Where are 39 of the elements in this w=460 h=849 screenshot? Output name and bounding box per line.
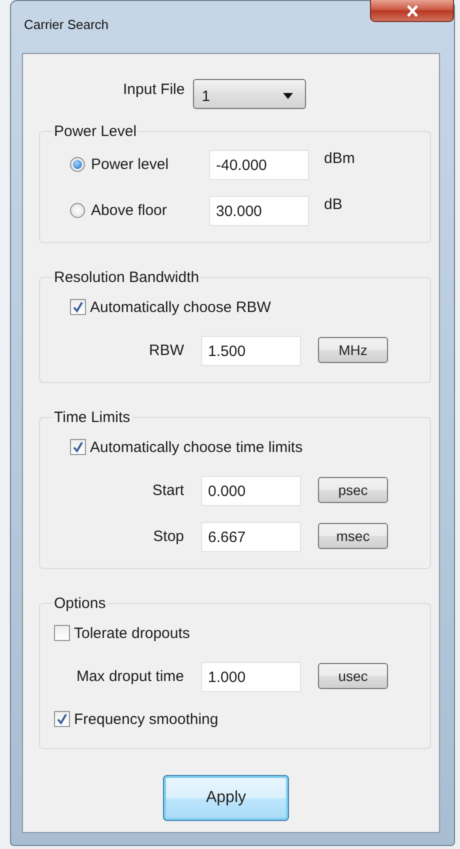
unit-button[interactable]: msec	[318, 523, 388, 549]
unit-label: dB	[324, 196, 342, 213]
input-field[interactable]: 30.000	[209, 196, 309, 226]
checkbox-label: Frequency smoothing	[74, 710, 218, 728]
radio-label: Power level	[91, 156, 170, 172]
apply-button[interactable]: Apply	[163, 775, 289, 821]
close-button[interactable]	[370, 0, 454, 22]
checkbox[interactable]	[54, 711, 70, 727]
window-title: Carrier Search	[24, 17, 109, 32]
input-field[interactable]: 1.000	[201, 662, 301, 692]
radio-label: Above floor	[91, 202, 168, 218]
checkbox[interactable]	[70, 439, 86, 455]
input-field[interactable]: 6.667	[201, 522, 301, 552]
checkbox-label: Automatically choose RBW	[90, 298, 271, 316]
unit-button[interactable]: psec	[318, 477, 388, 503]
input-field[interactable]: 0.000	[201, 476, 301, 506]
input-file-label: Input File	[123, 81, 185, 98]
input-field[interactable]: -40.000	[209, 150, 309, 180]
group-title: Resolution Bandwidth	[53, 269, 200, 286]
field-label: Start	[151, 482, 184, 498]
field-label: RBW	[148, 342, 184, 358]
dropdown-arrow-icon	[282, 93, 293, 99]
group-title: Options	[53, 595, 107, 612]
field-label: Max droput time	[75, 668, 184, 684]
close-icon	[406, 4, 418, 16]
unit-label: dBm	[324, 150, 355, 167]
radio-button[interactable]	[70, 202, 85, 218]
group-title: Power Level	[53, 123, 138, 140]
checkbox[interactable]	[70, 299, 86, 315]
radio-button[interactable]	[70, 156, 85, 172]
checkbox-label: Tolerate dropouts	[74, 624, 190, 642]
input-file-dropdown[interactable]: 1	[192, 79, 306, 109]
field-label: Stop	[152, 528, 184, 544]
checkbox[interactable]	[54, 625, 70, 641]
input-field[interactable]: 1.500	[201, 336, 301, 366]
checkbox-label: Automatically choose time limits	[90, 438, 303, 456]
unit-button[interactable]: usec	[318, 663, 388, 689]
group-title: Time Limits	[53, 409, 132, 426]
unit-button[interactable]: MHz	[318, 337, 388, 363]
